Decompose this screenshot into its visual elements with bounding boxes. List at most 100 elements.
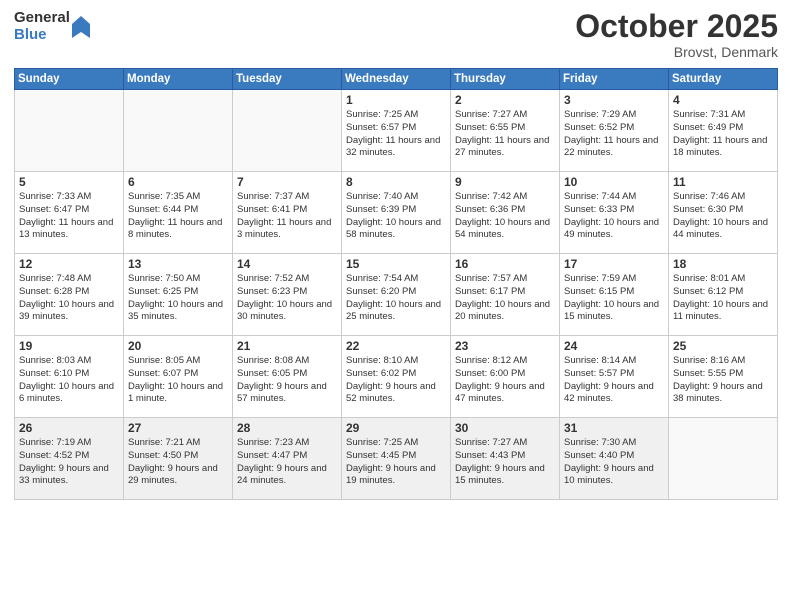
day-number: 15 — [346, 257, 446, 271]
day-info: Sunrise: 7:35 AM Sunset: 6:44 PM Dayligh… — [128, 191, 228, 242]
table-row: 28Sunrise: 7:23 AM Sunset: 4:47 PM Dayli… — [233, 418, 342, 500]
table-row: 3 Sunrise: 7:29 AM Sunset: 6:52 PM Daylig… — [560, 90, 669, 172]
calendar-week-row: 1Sunrise: 7:25 AM Sunset: 6:57 PM Daylig… — [15, 90, 778, 172]
day-info: Sunrise: 8:08 AM Sunset: 6:05 PM Dayligh… — [237, 355, 337, 406]
table-row — [233, 90, 342, 172]
table-row: 13 Sunrise: 7:50 AM Sunset: 6:25 PM Dayli… — [124, 254, 233, 336]
logo-general: General — [14, 10, 70, 27]
table-row: 15 Sunrise: 7:54 AM Sunset: 6:20 PM Dayli… — [342, 254, 451, 336]
calendar-week-row: 12 Sunrise: 7:48 AM Sunset: 6:28 PM Dayli… — [15, 254, 778, 336]
day-info: Sunrise: 8:03 AM Sunset: 6:10 PM Dayligh… — [19, 355, 119, 406]
table-row — [15, 90, 124, 172]
day-info: Sunrise: 7:50 AM Sunset: 6:25 PM Dayligh… — [128, 273, 228, 324]
table-row: 2 Sunrise: 7:27 AM Sunset: 6:55 PM Daylig… — [451, 90, 560, 172]
calendar-page: General Blue October 2025 Brovst, Denmar… — [0, 0, 792, 612]
day-info: Sunrise: 7:52 AM Sunset: 6:23 PM Dayligh… — [237, 273, 337, 324]
day-number: 30 — [455, 421, 555, 435]
day-number: 3 — [564, 93, 664, 107]
table-row: 24 Sunrise: 8:14 AM Sunset: 5:57 PM Dayli… — [560, 336, 669, 418]
day-number: 7 — [237, 175, 337, 189]
calendar-week-row: 26 Sunrise: 7:19 AM Sunset: 4:52 PM Dayli… — [15, 418, 778, 500]
day-info: Sunrise: 7:48 AM Sunset: 6:28 PM Dayligh… — [19, 273, 119, 324]
day-number: 24 — [564, 339, 664, 353]
table-row: 29Sunrise: 7:25 AM Sunset: 4:45 PM Dayli… — [342, 418, 451, 500]
day-number: 26 — [19, 421, 119, 435]
day-number: 31 — [564, 421, 664, 435]
day-info: Sunrise: 8:10 AM Sunset: 6:02 PM Dayligh… — [346, 355, 446, 406]
day-info: Sunrise: 7:40 AM Sunset: 6:39 PM Dayligh… — [346, 191, 446, 242]
table-row: 17 Sunrise: 7:59 AM Sunset: 6:15 PM Dayli… — [560, 254, 669, 336]
table-row: 18Sunrise: 8:01 AM Sunset: 6:12 PM Dayli… — [669, 254, 778, 336]
table-row: 7 Sunrise: 7:37 AM Sunset: 6:41 PM Daylig… — [233, 172, 342, 254]
logo: General Blue — [14, 10, 90, 43]
table-row: 27 Sunrise: 7:21 AM Sunset: 4:50 PM Dayli… — [124, 418, 233, 500]
calendar-table: Sunday Monday Tuesday Wednesday Thursday… — [14, 68, 778, 500]
table-row: 19 Sunrise: 8:03 AM Sunset: 6:10 PM Dayli… — [15, 336, 124, 418]
day-number: 18 — [673, 257, 773, 271]
col-sunday: Sunday — [15, 69, 124, 90]
day-number: 11 — [673, 175, 773, 189]
col-thursday: Thursday — [451, 69, 560, 90]
day-number: 21 — [237, 339, 337, 353]
table-row: 16Sunrise: 7:57 AM Sunset: 6:17 PM Dayli… — [451, 254, 560, 336]
month-title: October 2025 — [575, 10, 778, 42]
col-friday: Friday — [560, 69, 669, 90]
table-row: 5 Sunrise: 7:33 AM Sunset: 6:47 PM Daylig… — [15, 172, 124, 254]
logo-text: General Blue — [14, 10, 70, 43]
day-number: 25 — [673, 339, 773, 353]
title-block: October 2025 Brovst, Denmark — [575, 10, 778, 60]
day-info: Sunrise: 7:46 AM Sunset: 6:30 PM Dayligh… — [673, 191, 773, 242]
table-row: 22 Sunrise: 8:10 AM Sunset: 6:02 PM Dayli… — [342, 336, 451, 418]
table-row — [124, 90, 233, 172]
day-number: 17 — [564, 257, 664, 271]
table-row: 1Sunrise: 7:25 AM Sunset: 6:57 PM Daylig… — [342, 90, 451, 172]
day-number: 22 — [346, 339, 446, 353]
day-number: 2 — [455, 93, 555, 107]
day-info: Sunrise: 7:42 AM Sunset: 6:36 PM Dayligh… — [455, 191, 555, 242]
page-header: General Blue October 2025 Brovst, Denmar… — [14, 10, 778, 60]
day-info: Sunrise: 7:30 AM Sunset: 4:40 PM Dayligh… — [564, 437, 664, 488]
day-number: 20 — [128, 339, 228, 353]
day-number: 8 — [346, 175, 446, 189]
day-info: Sunrise: 7:27 AM Sunset: 6:55 PM Dayligh… — [455, 109, 555, 160]
day-number: 5 — [19, 175, 119, 189]
table-row: 20 Sunrise: 8:05 AM Sunset: 6:07 PM Dayli… — [124, 336, 233, 418]
day-number: 19 — [19, 339, 119, 353]
day-number: 13 — [128, 257, 228, 271]
table-row — [669, 418, 778, 500]
day-info: Sunrise: 8:16 AM Sunset: 5:55 PM Dayligh… — [673, 355, 773, 406]
table-row: 25 Sunrise: 8:16 AM Sunset: 5:55 PM Dayli… — [669, 336, 778, 418]
day-number: 10 — [564, 175, 664, 189]
table-row: 30 Sunrise: 7:27 AM Sunset: 4:43 PM Dayli… — [451, 418, 560, 500]
day-info: Sunrise: 7:19 AM Sunset: 4:52 PM Dayligh… — [19, 437, 119, 488]
table-row: 8 Sunrise: 7:40 AM Sunset: 6:39 PM Daylig… — [342, 172, 451, 254]
day-info: Sunrise: 8:14 AM Sunset: 5:57 PM Dayligh… — [564, 355, 664, 406]
day-info: Sunrise: 7:21 AM Sunset: 4:50 PM Dayligh… — [128, 437, 228, 488]
day-info: Sunrise: 7:29 AM Sunset: 6:52 PM Dayligh… — [564, 109, 664, 160]
day-info: Sunrise: 8:05 AM Sunset: 6:07 PM Dayligh… — [128, 355, 228, 406]
day-info: Sunrise: 7:59 AM Sunset: 6:15 PM Dayligh… — [564, 273, 664, 324]
table-row: 23Sunrise: 8:12 AM Sunset: 6:00 PM Dayli… — [451, 336, 560, 418]
calendar-week-row: 19 Sunrise: 8:03 AM Sunset: 6:10 PM Dayli… — [15, 336, 778, 418]
day-info: Sunrise: 7:54 AM Sunset: 6:20 PM Dayligh… — [346, 273, 446, 324]
day-info: Sunrise: 7:25 AM Sunset: 6:57 PM Dayligh… — [346, 109, 446, 160]
col-wednesday: Wednesday — [342, 69, 451, 90]
day-info: Sunrise: 7:33 AM Sunset: 6:47 PM Dayligh… — [19, 191, 119, 242]
day-info: Sunrise: 7:57 AM Sunset: 6:17 PM Dayligh… — [455, 273, 555, 324]
table-row: 14 Sunrise: 7:52 AM Sunset: 6:23 PM Dayli… — [233, 254, 342, 336]
day-number: 12 — [19, 257, 119, 271]
day-info: Sunrise: 7:37 AM Sunset: 6:41 PM Dayligh… — [237, 191, 337, 242]
day-number: 27 — [128, 421, 228, 435]
table-row: 12 Sunrise: 7:48 AM Sunset: 6:28 PM Dayli… — [15, 254, 124, 336]
table-row: 11 Sunrise: 7:46 AM Sunset: 6:30 PM Dayli… — [669, 172, 778, 254]
day-number: 14 — [237, 257, 337, 271]
table-row: 6 Sunrise: 7:35 AM Sunset: 6:44 PM Daylig… — [124, 172, 233, 254]
day-number: 6 — [128, 175, 228, 189]
day-number: 29 — [346, 421, 446, 435]
table-row: 31 Sunrise: 7:30 AM Sunset: 4:40 PM Dayli… — [560, 418, 669, 500]
table-row: 10Sunrise: 7:44 AM Sunset: 6:33 PM Dayli… — [560, 172, 669, 254]
logo-icon — [72, 16, 90, 38]
day-info: Sunrise: 7:27 AM Sunset: 4:43 PM Dayligh… — [455, 437, 555, 488]
table-row: 4Sunrise: 7:31 AM Sunset: 6:49 PM Daylig… — [669, 90, 778, 172]
logo-blue: Blue — [14, 27, 70, 44]
